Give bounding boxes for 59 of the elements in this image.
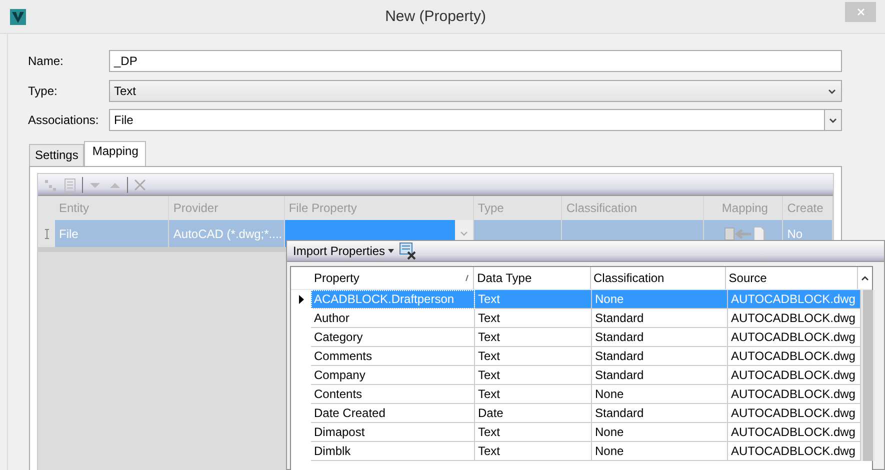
chevron-down-icon — [829, 118, 837, 122]
table-cell: AUTOCADBLOCK.dwg — [728, 290, 861, 309]
table-cell: Comments — [311, 347, 475, 366]
table-cell: ACADBLOCK.Draftperson — [311, 290, 475, 309]
column-header[interactable]: Classification — [590, 267, 726, 289]
table-cell: Text — [475, 385, 592, 404]
table-cell: None — [592, 423, 728, 442]
column-header[interactable]: Data Type — [474, 267, 591, 289]
scroll-up-icon[interactable] — [861, 275, 870, 281]
field-label: Associations: — [28, 113, 100, 127]
window-title: New (Property) — [385, 8, 486, 25]
table-cell: Text — [475, 366, 592, 385]
delete-icon[interactable] — [132, 176, 148, 192]
table-cell: AutoCAD (*.dwg;*.... — [169, 220, 285, 247]
table-cell: Text — [475, 423, 592, 442]
chevron-down-icon — [460, 231, 468, 236]
name-field[interactable]: _DP — [109, 50, 842, 72]
clear-list-icon[interactable] — [399, 242, 418, 260]
table-cell: Standard — [592, 328, 728, 347]
close-icon — [856, 6, 866, 16]
tab[interactable]: Settings — [29, 144, 84, 166]
table-cell: Text — [475, 290, 592, 309]
table-cell: Standard — [592, 404, 728, 423]
table-cell: Company — [311, 366, 475, 385]
app-logo-icon — [10, 8, 26, 24]
table-cell: Text — [475, 309, 592, 328]
table-cell: Contents — [311, 385, 475, 404]
table-cell: None — [592, 442, 728, 461]
current-row-icon — [298, 295, 304, 304]
column-header[interactable]: Source — [726, 267, 858, 289]
table-cell: Text — [475, 347, 592, 366]
column-header[interactable]: Property — [311, 267, 474, 289]
field-label: Type: — [28, 84, 58, 98]
field-label: Name: — [28, 54, 64, 68]
table-cell: Standard — [592, 309, 728, 328]
table-cell: Author — [311, 309, 475, 328]
table-cell: File — [55, 220, 170, 247]
table-cell: Standard — [592, 347, 728, 366]
scrollbar-thumb[interactable] — [863, 290, 873, 461]
table-cell: None — [592, 290, 728, 309]
list-icon[interactable] — [62, 176, 78, 192]
table-cell: Date Created — [311, 404, 475, 423]
table-cell: Category — [311, 328, 475, 347]
caret-icon — [388, 249, 394, 253]
chevron-down-icon — [828, 88, 836, 94]
sort-icon — [465, 274, 470, 282]
close-button[interactable] — [845, 2, 876, 22]
table-cell: Text — [475, 442, 592, 461]
text-cursor-icon — [44, 228, 50, 238]
table-cell: Dimapost — [311, 423, 475, 442]
table-cell: Text — [475, 328, 592, 347]
tab[interactable]: Mapping — [84, 141, 146, 166]
table-cell: None — [592, 385, 728, 404]
table-cell: Dimblk — [311, 442, 475, 461]
table-cell: Date — [475, 404, 592, 423]
table-cell: Standard — [592, 366, 728, 385]
type-dropdown[interactable]: Text — [109, 80, 842, 102]
import-properties-menu[interactable]: Import Properties — [290, 242, 398, 260]
associations-combo[interactable]: File — [109, 109, 842, 131]
